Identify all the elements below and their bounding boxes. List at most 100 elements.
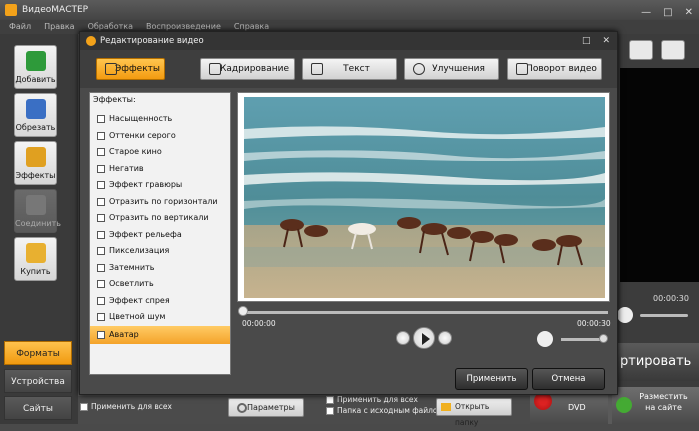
effect-pixelate[interactable]: Пикселизация xyxy=(90,243,230,259)
tab-formats[interactable]: Форматы xyxy=(4,341,72,365)
open-folder-button[interactable]: Открыть папку xyxy=(436,398,512,427)
time-current: 00:00:00 xyxy=(242,319,276,328)
magic-wand-icon xyxy=(26,147,46,167)
gear-icon xyxy=(237,403,247,413)
source-folder-checkbox[interactable] xyxy=(326,407,334,415)
app-logo-icon xyxy=(5,4,17,16)
join-button[interactable]: Соединить xyxy=(14,189,61,233)
effect-checkbox[interactable] xyxy=(97,313,105,321)
effect-label: Осветлить xyxy=(109,279,154,288)
share-globe-icon xyxy=(616,397,632,413)
tab-sites[interactable]: Сайты xyxy=(4,396,72,420)
main-volume-icon[interactable] xyxy=(617,307,633,323)
convert-button[interactable]: ртировать xyxy=(612,343,699,381)
effect-checkbox[interactable] xyxy=(97,165,105,173)
effect-label: Пикселизация xyxy=(109,246,170,255)
effect-checkbox[interactable] xyxy=(97,280,105,288)
effect-checkbox[interactable] xyxy=(97,297,105,305)
effect-label: Затемнить xyxy=(109,263,155,272)
apply-all-label-2: Применить для всех xyxy=(337,395,418,404)
apply-all-checkbox[interactable] xyxy=(80,403,88,411)
effect-label: Насыщенность xyxy=(109,114,173,123)
share-label-1: Разместить xyxy=(639,392,688,401)
tab-text[interactable]: Текст xyxy=(302,58,397,80)
dialog-title: Редактирование видео xyxy=(100,36,204,46)
main-volume-slider[interactable] xyxy=(640,314,688,317)
effect-checkbox[interactable] xyxy=(97,132,105,140)
volume-handle[interactable] xyxy=(599,334,608,343)
prev-frame-button[interactable] xyxy=(396,331,410,345)
snapshot-icon[interactable] xyxy=(629,40,653,60)
effect-label: Отразить по горизонтали xyxy=(109,197,218,206)
apply-button[interactable]: Применить xyxy=(455,368,528,390)
effect-checkbox[interactable] xyxy=(97,264,105,272)
effect-spray[interactable]: Эффект спрея xyxy=(90,293,230,309)
effect-saturation[interactable]: Насыщенность xyxy=(90,111,230,127)
dialog-maximize-button[interactable]: □ xyxy=(582,32,591,50)
effect-checkbox[interactable] xyxy=(97,148,105,156)
trim-button[interactable]: Обрезать xyxy=(14,93,57,137)
play-button[interactable] xyxy=(413,327,435,349)
effects-heading: Эффекты: xyxy=(93,95,136,104)
effect-emboss[interactable]: Эффект рельефа xyxy=(90,227,230,243)
effect-label: Оттенки серого xyxy=(109,131,176,140)
effect-darken[interactable]: Затемнить xyxy=(90,260,230,276)
effect-label: Отразить по вертикали xyxy=(109,213,209,222)
tab-crop-label: Кадрирование xyxy=(220,64,289,74)
effect-lighten[interactable]: Осветлить xyxy=(90,276,230,292)
parameters-button[interactable]: Параметры xyxy=(228,398,304,417)
effect-checkbox[interactable] xyxy=(97,181,105,189)
app-title: ВидеоМАСТЕР xyxy=(22,5,89,15)
join-icon xyxy=(26,195,46,215)
main-time-total: 00:00:30 xyxy=(653,294,689,303)
effect-negative[interactable]: Негатив xyxy=(90,161,230,177)
buy-button[interactable]: Купить xyxy=(14,237,57,281)
effect-color-noise[interactable]: Цветной шум xyxy=(90,309,230,325)
tab-crop[interactable]: Кадрирование xyxy=(200,58,295,80)
menu-edit[interactable]: Правка xyxy=(44,20,74,34)
effect-flip-vertical[interactable]: Отразить по вертикали xyxy=(90,210,230,226)
effect-old-film[interactable]: Старое кино xyxy=(90,144,230,160)
effect-checkbox[interactable] xyxy=(97,247,105,255)
play-icon xyxy=(422,333,430,345)
tab-devices[interactable]: Устройства xyxy=(4,369,72,393)
menu-file[interactable]: Файл xyxy=(9,20,31,34)
volume-icon[interactable] xyxy=(537,331,553,347)
tab-effects[interactable]: Эффекты xyxy=(96,58,165,80)
sidebar: Добавить Обрезать Эффекты Соединить Купи… xyxy=(0,34,78,424)
fullscreen-icon[interactable] xyxy=(661,40,685,60)
effect-checkbox[interactable] xyxy=(97,115,105,123)
tab-text-label: Текст xyxy=(343,64,370,74)
volume-slider[interactable] xyxy=(561,338,603,341)
key-icon xyxy=(26,243,46,263)
tab-rotate[interactable]: Поворот видео xyxy=(507,58,602,80)
cancel-button[interactable]: Отмена xyxy=(532,368,605,390)
effect-flip-horizontal[interactable]: Отразить по горизонтали xyxy=(90,194,230,210)
effect-grayscale[interactable]: Оттенки серого xyxy=(90,128,230,144)
dialog-logo-icon xyxy=(86,36,96,46)
effect-label: Негатив xyxy=(109,164,144,173)
effect-checkbox[interactable] xyxy=(97,331,105,339)
effect-label: Эффект рельефа xyxy=(109,230,182,239)
scissors-film-icon xyxy=(26,99,46,119)
seek-handle[interactable] xyxy=(238,306,248,316)
crop-icon xyxy=(209,63,221,75)
effect-checkbox[interactable] xyxy=(97,214,105,222)
effect-engraving[interactable]: Эффект гравюры xyxy=(90,177,230,193)
add-button[interactable]: Добавить xyxy=(14,45,57,89)
effect-avatar[interactable]: Аватар xyxy=(90,326,230,344)
dialog-close-button[interactable]: ✕ xyxy=(602,32,610,50)
effects-icon xyxy=(105,63,117,75)
next-frame-button[interactable] xyxy=(438,331,452,345)
tab-enhance[interactable]: Улучшения xyxy=(404,58,499,80)
effect-checkbox[interactable] xyxy=(97,198,105,206)
add-film-icon xyxy=(26,51,46,71)
effect-label: Эффект гравюры xyxy=(109,180,183,189)
trim-button-label: Обрезать xyxy=(15,123,56,132)
dialog-title-bar: Редактирование видео □ ✕ xyxy=(80,32,617,50)
share-button[interactable]: Разместить на сайте xyxy=(612,387,699,424)
apply-all-checkbox-2[interactable] xyxy=(326,396,334,404)
seek-bar[interactable] xyxy=(242,311,608,314)
effects-button[interactable]: Эффекты xyxy=(14,141,57,185)
effect-checkbox[interactable] xyxy=(97,231,105,239)
